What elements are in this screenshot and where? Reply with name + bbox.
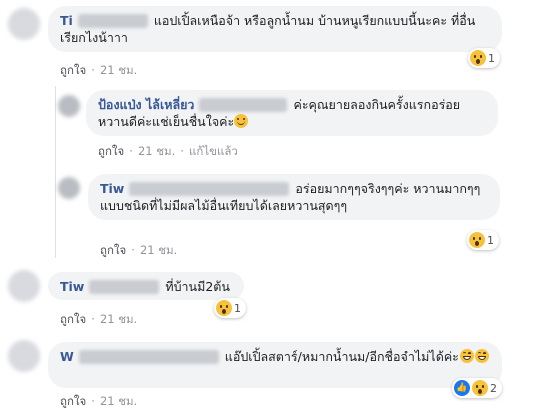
- wow-reaction-icon: [216, 300, 232, 316]
- like-link[interactable]: ถูกใจ: [98, 144, 124, 158]
- comment-meta: ถูกใจ · 21 ชม. · แก้ไขแล้ว: [98, 144, 238, 158]
- reaction-count: 1: [487, 233, 494, 247]
- grin-emoji: [474, 349, 489, 363]
- like-link[interactable]: ถูกใจ: [100, 243, 126, 257]
- grin-emoji: [459, 349, 474, 363]
- timestamp[interactable]: 21 ชม.: [100, 63, 137, 77]
- smile-emoji: [234, 114, 249, 128]
- redacted-name: [77, 14, 148, 28]
- comment-bubble: ป้องแป่ง ไล้เหลี่ยว ค่ะคุณยายลองกินครั้งแ…: [86, 90, 498, 136]
- comment-bubble: Tiw อร่อยมากๆๆจริงๆๆค่ะ หวานมากๆๆแบบชนิดท…: [88, 174, 500, 220]
- commenter-name[interactable]: Ti: [60, 13, 73, 28]
- avatar[interactable]: [58, 95, 80, 117]
- comment-bubble: Ti แอปเปิ้ลเหนือจ้า หรือลูกน้ำนม บ้านหนูเ…: [48, 6, 502, 52]
- edited-label[interactable]: แก้ไขแล้ว: [189, 144, 238, 158]
- comment-bubble: W แอ๊ปเปิ้ลสตาร์/หมากน้ำนม/อีกชื่อจำไม่ได…: [48, 342, 502, 388]
- comment-meta: ถูกใจ · 21 ชม.: [60, 312, 138, 326]
- wow-reaction-icon: [470, 50, 486, 66]
- timestamp[interactable]: 21 ชม.: [140, 243, 177, 257]
- reaction-count: 1: [488, 51, 495, 65]
- reaction-summary[interactable]: 1: [214, 298, 246, 318]
- commenter-name[interactable]: W: [60, 349, 74, 364]
- reaction-summary[interactable]: 1: [468, 48, 500, 68]
- comment-text: แอ๊ปเปิ้ลสตาร์/หมากน้ำนม/อีกชื่อจำไม่ได้…: [224, 349, 459, 364]
- reply-thread-line: [55, 86, 56, 258]
- wow-reaction-icon: [472, 380, 488, 396]
- timestamp[interactable]: 21 ชม.: [100, 394, 137, 408]
- commenter-name[interactable]: Tiw: [100, 181, 124, 196]
- like-link[interactable]: ถูกใจ: [60, 394, 86, 408]
- avatar[interactable]: [8, 8, 40, 40]
- avatar[interactable]: [8, 340, 40, 372]
- comment-meta: ถูกใจ · 21 ชม.: [100, 243, 178, 257]
- like-link[interactable]: ถูกใจ: [60, 312, 86, 326]
- comment-text: ที่บ้านมี2ต้น: [165, 279, 230, 294]
- reaction-summary[interactable]: 1: [467, 230, 499, 250]
- commenter-name[interactable]: ป้องแป่ง ไล้เหลี่ยว: [98, 97, 194, 112]
- avatar[interactable]: [8, 270, 40, 302]
- commenter-name[interactable]: Tiw: [60, 279, 84, 294]
- avatar[interactable]: [58, 177, 80, 199]
- timestamp[interactable]: 21 ชม.: [138, 144, 175, 158]
- comment-meta: ถูกใจ · 21 ชม.: [60, 394, 138, 408]
- redacted-name: [199, 98, 288, 112]
- like-link[interactable]: ถูกใจ: [60, 63, 86, 77]
- comment-bubble: Tiw ที่บ้านมี2ต้น: [48, 272, 244, 300]
- redacted-name: [78, 350, 219, 364]
- timestamp[interactable]: 21 ชม.: [100, 312, 137, 326]
- wow-reaction-icon: [469, 232, 485, 248]
- comment-meta: ถูกใจ · 21 ชม.: [60, 63, 138, 77]
- like-reaction-icon: 👍: [454, 380, 470, 396]
- redacted-name: [89, 280, 160, 294]
- reaction-count: 1: [234, 301, 241, 315]
- redacted-name: [129, 182, 290, 196]
- reaction-summary[interactable]: 👍 2: [452, 378, 502, 398]
- reaction-count: 2: [490, 381, 497, 395]
